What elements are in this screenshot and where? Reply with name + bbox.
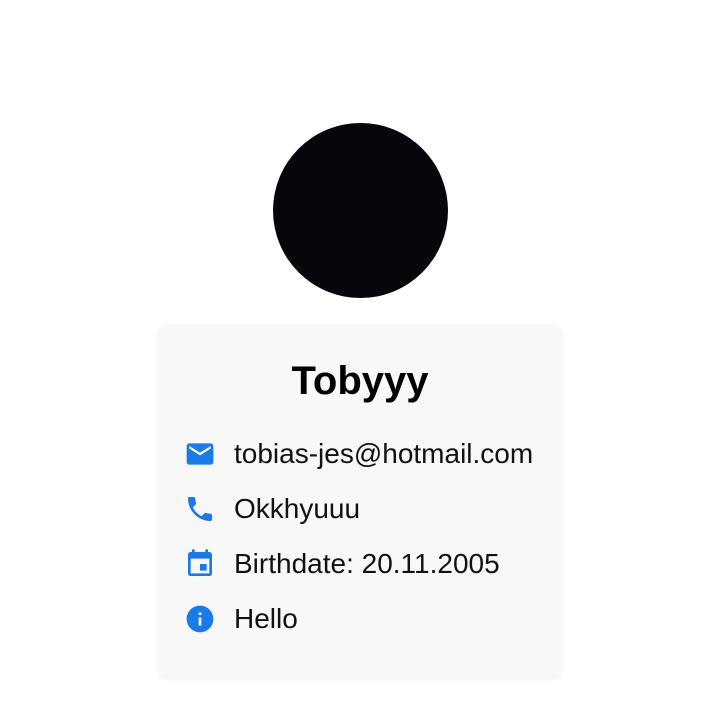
profile-screen: Tobyyy tobias-jes@hotmail.com Okkhyuuu B…: [0, 0, 720, 720]
birthdate-row[interactable]: Birthdate: 20.11.2005: [184, 548, 500, 580]
bio-text: Hello: [234, 603, 298, 634]
phone-text: Okkhyuuu: [234, 493, 361, 524]
avatar[interactable]: [273, 123, 448, 298]
phone-icon: [184, 493, 216, 525]
email-row[interactable]: tobias-jes@hotmail.com: [184, 438, 533, 470]
bio-row[interactable]: Hello: [184, 603, 298, 635]
phone-row[interactable]: Okkhyuuu: [184, 493, 360, 525]
info-icon: [184, 603, 216, 635]
email-icon: [184, 438, 216, 470]
profile-name: Tobyyy: [291, 359, 429, 403]
email-text: tobias-jes@hotmail.com: [234, 438, 534, 469]
calendar-icon: [184, 548, 216, 580]
birthdate-text: Birthdate: 20.11.2005: [234, 548, 500, 579]
